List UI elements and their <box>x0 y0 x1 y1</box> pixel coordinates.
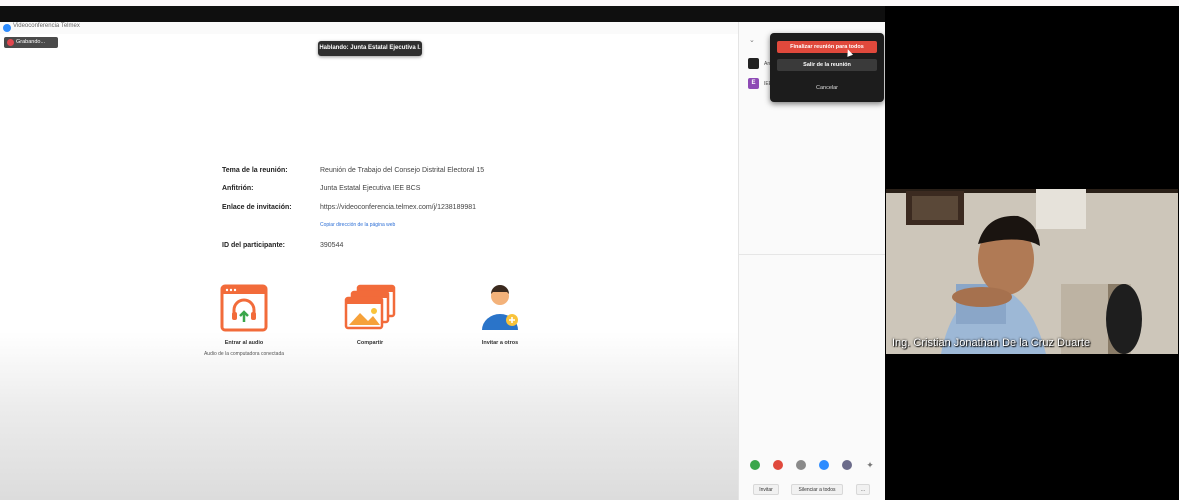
check-icon[interactable] <box>750 460 760 470</box>
topic-value: Reunión de Trabajo del Consejo Distrital… <box>320 167 485 174</box>
more-button[interactable]: ... <box>856 484 870 495</box>
join-audio-button[interactable]: Entrar al audio Audio de la computadora … <box>199 284 289 358</box>
leave-meeting-button[interactable]: Salir de la reunión <box>777 59 877 71</box>
invite-button[interactable]: Invitar <box>753 484 779 495</box>
hand-icon[interactable] <box>819 460 829 470</box>
participant-video[interactable]: Ing. Cristian Jonathan De la Cruz Duarte <box>886 189 1178 354</box>
bottom-shade <box>0 332 738 500</box>
join-audio-label: Entrar al audio <box>224 340 264 346</box>
share-label: Compartir <box>356 340 384 346</box>
recording-icon <box>7 39 14 46</box>
meeting-window: Videoconferencia Telmex – □ × Grabando..… <box>0 22 885 500</box>
invite-others-label: Invitar a otros <box>481 340 519 346</box>
more-options-icon[interactable]: ✦ <box>865 460 875 470</box>
window-title: Videoconferencia Telmex <box>13 23 80 29</box>
host-value: Junta Estatal Ejecutiva IEE BCS <box>320 185 421 192</box>
invite-others-button[interactable]: Invitar a otros <box>455 284 545 346</box>
video-frame-image <box>886 189 1178 354</box>
headphones-icon <box>220 284 268 332</box>
participant-avatar: E <box>748 78 759 89</box>
audio-status-text: Audio de la computadora conectada <box>203 351 285 357</box>
cancel-button[interactable]: Cancelar <box>777 82 877 94</box>
invite-link-label: Enlace de invitación: <box>222 204 292 211</box>
share-button[interactable]: Compartir <box>325 284 415 346</box>
participant-id-value: 390544 <box>320 242 344 249</box>
host-label: Anfitrión: <box>222 185 254 192</box>
panel-divider <box>739 254 885 255</box>
add-user-icon <box>482 285 518 330</box>
copy-url-link[interactable]: Copiar dirección de la página web <box>320 222 395 228</box>
recording-label: Grabando... <box>16 39 46 45</box>
top-black-bar <box>0 6 885 22</box>
end-meeting-for-all-button[interactable]: Finalizar reunión para todos <box>777 41 877 53</box>
status-icon[interactable] <box>796 460 806 470</box>
active-speaker-badge: Hablando: Junta Estatal Ejecutiva I. <box>318 41 422 56</box>
mute-all-button[interactable]: Silenciar a todos <box>791 484 843 495</box>
invite-link-value: https://videoconferencia.telmex.com/j/12… <box>320 204 477 211</box>
end-meeting-dialog: Finalizar reunión para todos Salir de la… <box>770 33 884 102</box>
cancel-icon[interactable] <box>773 460 783 470</box>
topic-label: Tema de la reunión: <box>222 167 288 174</box>
video-participant-name: Ing. Cristian Jonathan De la Cruz Duarte <box>892 337 1091 349</box>
recording-indicator[interactable]: Grabando... <box>4 37 58 48</box>
app-logo-icon <box>3 24 11 32</box>
reaction-icon[interactable] <box>842 460 852 470</box>
participant-avatar <box>748 58 759 69</box>
chevron-down-icon[interactable]: ⌄ <box>749 36 755 44</box>
share-screen-icon <box>344 284 396 330</box>
participant-id-label: ID del participante: <box>222 242 286 249</box>
